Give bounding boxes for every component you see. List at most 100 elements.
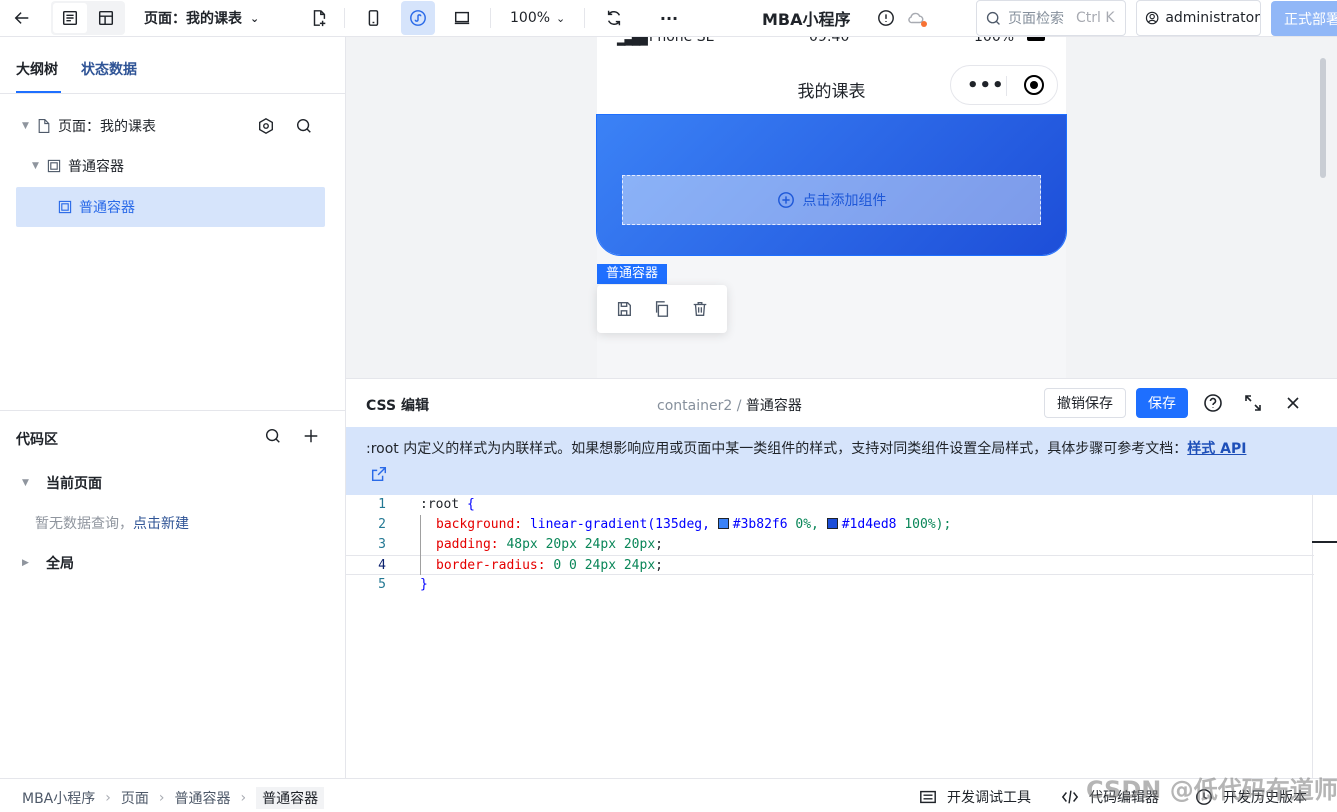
- css-color: #3b82f6: [732, 517, 788, 532]
- save-icon[interactable]: [615, 300, 633, 318]
- tab-outline-tree[interactable]: 大纲树: [16, 59, 58, 79]
- css-value: 48px 20px 24px 20px: [506, 537, 656, 552]
- group-current-page[interactable]: ▼ 当前页面: [22, 473, 102, 493]
- search-icon[interactable]: [295, 117, 313, 135]
- more-icon: ···: [659, 8, 679, 28]
- breadcrumb-item-current[interactable]: 普通容器: [256, 787, 325, 809]
- miniprogram-device-button[interactable]: [401, 1, 435, 35]
- layout-view-icon: [98, 10, 114, 26]
- css-end: ;: [655, 537, 663, 552]
- search-placeholder: 页面检索: [1008, 11, 1064, 27]
- css-color: #1d4ed8: [841, 517, 897, 532]
- gradient-container[interactable]: 点击添加组件: [596, 114, 1067, 256]
- help-button[interactable]: [1203, 393, 1223, 417]
- breadcrumb-item[interactable]: 普通容器: [174, 788, 230, 808]
- editor-scrollbar[interactable]: [1312, 495, 1313, 779]
- battery-label: 100%: [974, 37, 1015, 45]
- tree-node-label: 普通容器: [79, 200, 135, 216]
- tree-node-container-selected[interactable]: 普通容器: [16, 187, 325, 227]
- mobile-device-icon: [368, 10, 379, 26]
- chevron-down-icon: ⌄: [250, 11, 260, 25]
- miniprogram-device-icon: [410, 10, 426, 26]
- cloud-status-button[interactable]: [899, 1, 933, 35]
- desktop-device-button[interactable]: [445, 1, 479, 35]
- caret-down-icon[interactable]: ▼: [32, 161, 46, 171]
- tree-node-page[interactable]: ▼ 页面：我的课表: [16, 106, 325, 146]
- chevron-down-icon: ⌄: [556, 11, 566, 25]
- line-source: :root {: [420, 495, 475, 515]
- capsule-more-icon[interactable]: •••: [967, 75, 1005, 96]
- color-swatch[interactable]: [717, 518, 729, 529]
- debug-panel-icon: [920, 790, 936, 804]
- user-menu-button[interactable]: administrator: [1136, 0, 1261, 36]
- save-button[interactable]: 保存: [1136, 388, 1188, 418]
- refresh-button[interactable]: [597, 1, 631, 35]
- outline-view-button[interactable]: [53, 3, 87, 33]
- info-icon: [878, 10, 894, 26]
- add-component-slot[interactable]: 点击添加组件: [622, 175, 1041, 225]
- css-property: border-radius: [436, 558, 538, 573]
- crumb-parent[interactable]: container2: [657, 398, 732, 414]
- capsule-divider: [1006, 76, 1007, 96]
- signal-icon: ▂▄▆█: [617, 37, 648, 46]
- miniprogram-capsule[interactable]: •••: [950, 65, 1058, 105]
- info-button[interactable]: [869, 1, 903, 35]
- create-new-link[interactable]: 点击新建: [133, 516, 189, 532]
- editor-breadcrumb: container2 / 普通容器: [657, 395, 802, 415]
- line-number: 1: [378, 497, 386, 512]
- zoom-select[interactable]: 100% ⌄: [510, 0, 565, 36]
- layout-view-button[interactable]: [89, 3, 123, 33]
- tree-node-label: 页面：我的课表: [58, 119, 156, 135]
- crumb-separator: /: [736, 398, 742, 414]
- capsule-close-icon[interactable]: [1024, 75, 1044, 95]
- page-search-input[interactable]: 页面检索 Ctrl K: [976, 0, 1126, 36]
- group-label: 当前页面: [46, 476, 102, 492]
- breadcrumb-item[interactable]: 页面: [121, 788, 149, 808]
- breadcrumb-item[interactable]: MBA小程序: [22, 788, 95, 808]
- editor-scroll-marker: [1312, 541, 1337, 543]
- active-tab-indicator: [16, 91, 61, 93]
- notice-body: :root 内定义的样式为内联样式。如果想影响应用或页面中某一类组件的样式，支持…: [366, 441, 1188, 457]
- mobile-device-button[interactable]: [356, 1, 390, 35]
- close-button[interactable]: [1283, 393, 1303, 417]
- tree-node-container[interactable]: ▼ 普通容器: [16, 146, 325, 186]
- selection-toolbar: [597, 285, 727, 333]
- empty-hint: 暂无数据查询，点击新建: [35, 513, 189, 533]
- code-editor[interactable]: 1 :root { 2 background: linear-gradient(…: [346, 495, 1314, 779]
- group-global[interactable]: ▶ 全局: [22, 553, 74, 573]
- color-swatch[interactable]: [826, 518, 838, 529]
- divider: [490, 8, 491, 28]
- battery-icon: [1027, 37, 1045, 41]
- tab-state-data[interactable]: 状态数据: [81, 59, 137, 79]
- view-switcher: [51, 1, 125, 35]
- publish-button[interactable]: 正式部署: [1271, 1, 1337, 36]
- new-page-button[interactable]: [302, 1, 336, 35]
- caret-right-icon: ▶: [22, 558, 29, 568]
- more-button[interactable]: ···: [652, 1, 686, 35]
- search-icon[interactable]: [264, 427, 282, 445]
- style-api-link[interactable]: 样式 API: [1187, 441, 1246, 457]
- editor-title: CSS 编辑: [366, 398, 429, 414]
- code-line: 2 background: linear-gradient(135deg, #3…: [346, 515, 1314, 535]
- css-stop: 0%,: [787, 517, 827, 532]
- debug-tools-button[interactable]: 开发调试工具: [919, 787, 1031, 807]
- settings-hex-icon[interactable]: [257, 117, 275, 135]
- code-icon: [1061, 790, 1079, 804]
- chevron-right-icon: ›: [105, 790, 111, 806]
- expand-button[interactable]: [1243, 393, 1263, 417]
- canvas-scrollbar[interactable]: [1320, 58, 1326, 178]
- css-property: padding: [436, 537, 491, 552]
- delete-icon[interactable]: [691, 300, 709, 318]
- back-button[interactable]: [5, 1, 39, 35]
- add-icon[interactable]: [302, 427, 320, 445]
- external-link-button[interactable]: [370, 465, 388, 487]
- page-selector[interactable]: 页面：我的课表 ⌄: [144, 0, 259, 36]
- phone-nav-bar: 我的课表 •••: [597, 53, 1066, 115]
- cancel-save-button[interactable]: 撤销保存: [1044, 388, 1126, 418]
- line-number: 3: [378, 537, 386, 552]
- help-icon: [1204, 394, 1222, 412]
- caret-down-icon[interactable]: ▼: [22, 121, 36, 131]
- css-selector: :root: [420, 497, 460, 512]
- copy-icon[interactable]: [653, 300, 671, 318]
- divider: [344, 8, 345, 28]
